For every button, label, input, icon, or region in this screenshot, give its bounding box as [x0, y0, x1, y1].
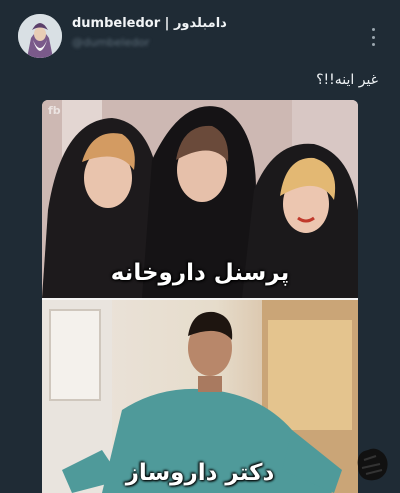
- post-image[interactable]: fb پرسنل داروخانه دکتر داروساز: [42, 100, 358, 493]
- avatar[interactable]: [18, 14, 62, 58]
- avatar-image: [18, 14, 62, 58]
- meme-bottom-panel: دکتر داروساز: [42, 300, 358, 493]
- sticker-blob-icon: [357, 448, 388, 481]
- more-vertical-icon[interactable]: [366, 28, 380, 46]
- more-dot: [371, 43, 375, 46]
- more-dot: [371, 35, 375, 39]
- display-name[interactable]: dumbeledor | دامبلدور: [72, 16, 227, 31]
- meme-top-text: پرسنل داروخانه: [110, 260, 290, 286]
- more-dot: [371, 28, 375, 31]
- user-handle: @dumbeledor: [72, 36, 150, 49]
- meme-top-panel: fb پرسنل داروخانه: [42, 100, 358, 299]
- watermark-logo: fb: [48, 104, 61, 117]
- post-header: dumbeledor | دامبلدور @dumbeledor: [0, 0, 400, 70]
- meme-bottom-text: دکتر داروساز: [125, 460, 275, 486]
- post-caption: غیر اینه!!؟: [316, 72, 378, 88]
